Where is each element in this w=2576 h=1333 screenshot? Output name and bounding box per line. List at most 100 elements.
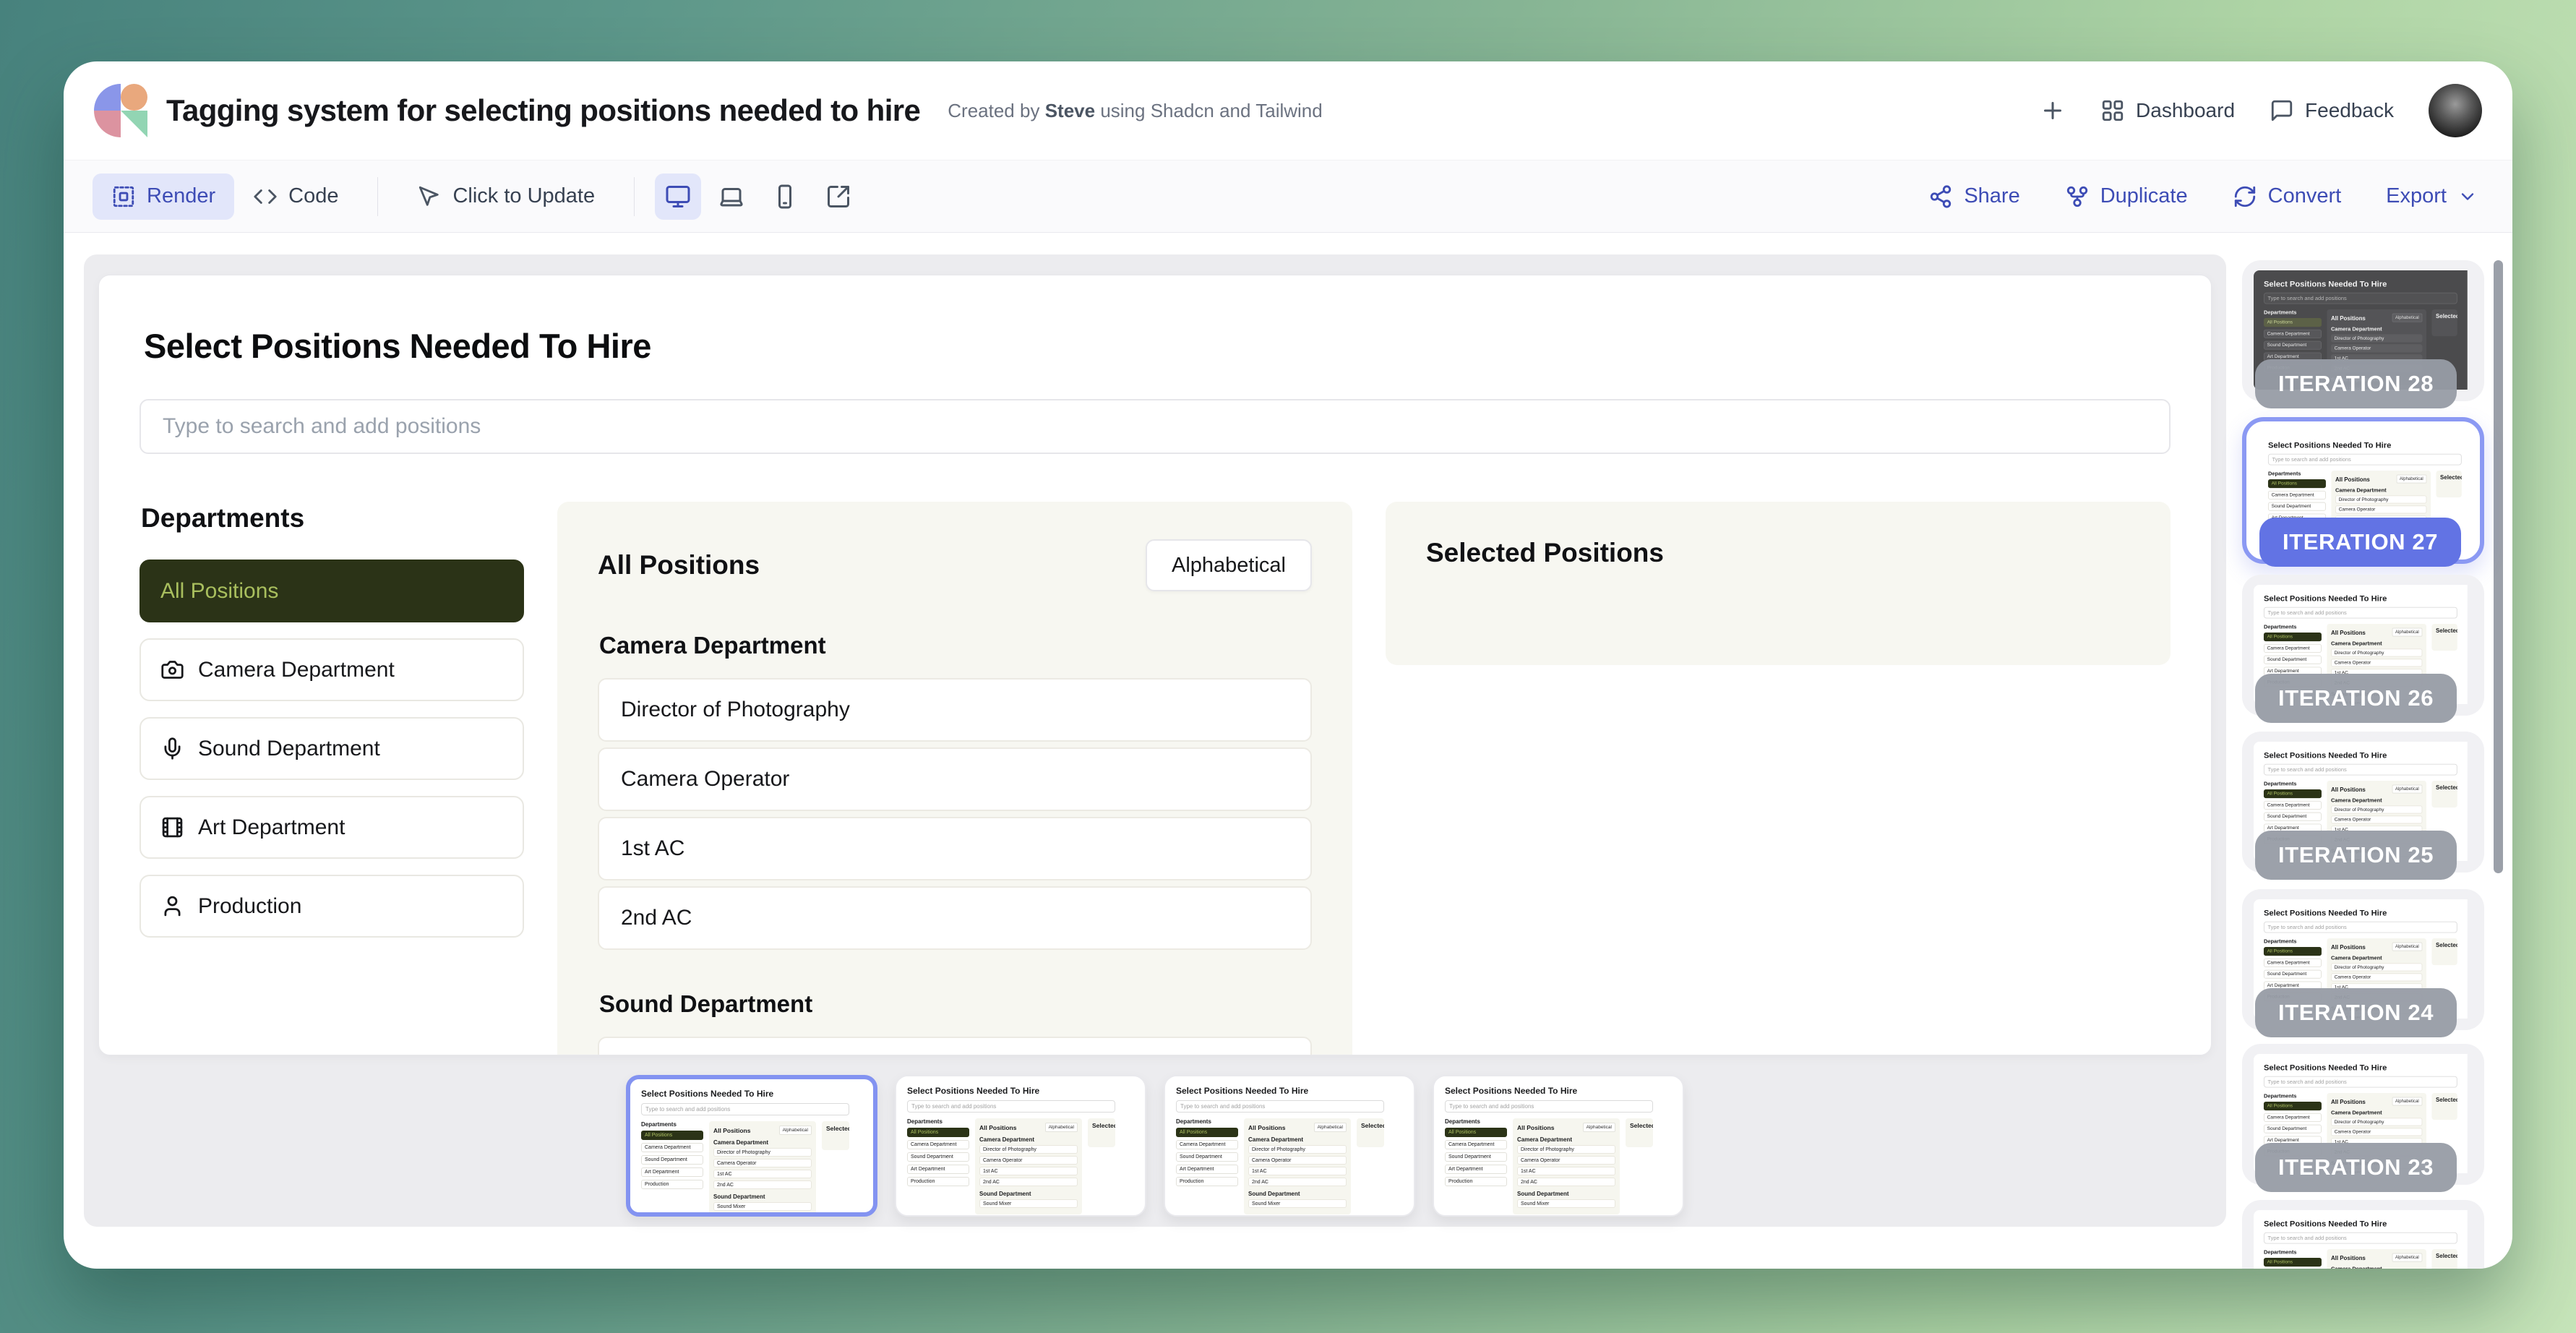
mini-group-heading: Camera Department	[2331, 797, 2422, 803]
carousel-thumb-1[interactable]: Select Positions Needed To Hire Type to …	[626, 1075, 877, 1217]
mini-sort-button: Alphabetical	[2392, 785, 2422, 794]
click-to-update-button[interactable]: Click to Update	[398, 173, 614, 220]
mini-sort-button: Alphabetical	[2392, 1097, 2422, 1106]
mini-selected-positions: Selected Positions	[2431, 624, 2457, 651]
department-item-sound-department[interactable]: Sound Department	[139, 717, 524, 780]
share-icon	[1928, 184, 1953, 209]
toolbar-divider	[377, 177, 378, 216]
mini-departments-heading: Departments	[1445, 1118, 1507, 1125]
mini-department-chip: Production	[641, 1180, 703, 1189]
mini-app-preview: Select Positions Needed To Hire Type to …	[1434, 1076, 1664, 1217]
mini-position-item: Sound Mixer	[713, 1202, 812, 1211]
iteration-carousel: Select Positions Needed To Hire Type to …	[84, 1075, 2226, 1217]
mini-position-item: 2nd AC	[1517, 1178, 1615, 1186]
position-group-heading: Sound Department	[599, 990, 1312, 1018]
position-item-sound-mixer[interactable]: Sound Mixer	[598, 1037, 1312, 1055]
department-item-all-positions[interactable]: All Positions	[139, 560, 524, 622]
department-label: Art Department	[198, 815, 345, 840]
new-project-button[interactable]	[2040, 98, 2066, 124]
share-label: Share	[1964, 184, 2019, 208]
position-item-2nd-ac[interactable]: 2nd AC	[598, 886, 1312, 950]
app-preview: Select Positions Needed To Hire Departme…	[98, 275, 2212, 1055]
mini-title: Select Positions Needed To Hire	[2264, 1063, 2457, 1072]
mini-sort-button: Alphabetical	[1583, 1123, 1615, 1132]
department-item-production[interactable]: Production	[139, 875, 524, 938]
laptop-preview-button[interactable]	[708, 173, 755, 220]
film-icon	[160, 815, 184, 839]
mini-selected-positions: Selected Positions	[2431, 938, 2457, 965]
mini-department-chip: All Positions	[2264, 1258, 2322, 1266]
position-item-director-of-photography[interactable]: Director of Photography	[598, 678, 1312, 742]
iteration-card-iteration-24[interactable]: Select Positions Needed To Hire Type to …	[2242, 889, 2484, 1030]
position-search	[139, 399, 2171, 454]
iteration-card-partial[interactable]: Select Positions Needed To Hire Type to …	[2242, 1200, 2484, 1269]
mini-sort-button: Alphabetical	[2392, 1253, 2422, 1262]
mini-title: Select Positions Needed To Hire	[2264, 279, 2457, 288]
position-search-input[interactable]	[144, 414, 2166, 439]
dashboard-label: Dashboard	[2136, 99, 2235, 122]
mini-selected-positions: Selected Positions	[822, 1121, 849, 1150]
carousel-thumb-3[interactable]: Select Positions Needed To Hire Type to …	[1164, 1075, 1415, 1217]
mini-department-chip: Production	[1445, 1177, 1507, 1186]
iteration-card-iteration-28[interactable]: Select Positions Needed To Hire Type to …	[2242, 260, 2484, 401]
mini-group-heading: Sound Department	[979, 1191, 1078, 1197]
mini-group-heading: Camera Department	[2331, 1110, 2422, 1115]
sidebar-scrollbar[interactable]	[2494, 260, 2503, 873]
iteration-card-iteration-25[interactable]: Select Positions Needed To Hire Type to …	[2242, 732, 2484, 873]
mini-selected-positions: Selected Positions	[2431, 781, 2457, 807]
code-tab[interactable]: Code	[234, 173, 357, 220]
mini-search: Type to search and add positions	[2264, 922, 2457, 933]
iteration-card-iteration-23[interactable]: Select Positions Needed To Hire Type to …	[2242, 1044, 2484, 1185]
mini-selected-positions: Selected Positions	[2431, 1249, 2457, 1269]
mini-departments-heading: Departments	[2264, 624, 2322, 630]
desktop-preview-button[interactable]	[655, 173, 701, 220]
dashboard-button[interactable]: Dashboard	[2100, 98, 2235, 123]
department-item-camera-department[interactable]: Camera Department	[139, 638, 524, 701]
mini-group-heading: Sound Department	[1517, 1191, 1615, 1197]
logo-shape-pink	[94, 111, 121, 137]
mini-title: Select Positions Needed To Hire	[2264, 908, 2457, 917]
mini-all-positions-heading: All Positions	[2331, 629, 2366, 635]
iteration-thumbnail: Select Positions Needed To Hire Type to …	[2254, 1210, 2473, 1269]
alphabetical-sort-button[interactable]: Alphabetical	[1146, 539, 1312, 591]
mini-selected-positions: Selected Positions	[2431, 1093, 2457, 1120]
mini-department-chip: Sound Department	[2264, 1125, 2322, 1133]
mini-department-chip: All Positions	[2264, 1102, 2322, 1110]
mobile-preview-button[interactable]	[762, 173, 808, 220]
open-in-new-window-button[interactable]	[815, 173, 862, 220]
iteration-card-iteration-27[interactable]: Select Positions Needed To Hire Type to …	[2242, 417, 2484, 564]
render-tab[interactable]: Render	[93, 173, 234, 220]
mini-all-positions-heading: All Positions	[2331, 786, 2366, 792]
mini-departments: Departments All PositionsCamera Departme…	[1176, 1118, 1238, 1189]
carousel-thumb-2[interactable]: Select Positions Needed To Hire Type to …	[895, 1075, 1146, 1217]
app-columns: Departments All Positions Camera Departme…	[139, 502, 2171, 1055]
mini-group-heading: Sound Department	[1248, 1191, 1347, 1197]
fork-icon	[2065, 184, 2090, 209]
mini-department-chip: All Positions	[1445, 1128, 1507, 1137]
position-group-heading: Camera Department	[599, 632, 1312, 659]
mini-sort-button: Alphabetical	[1314, 1123, 1347, 1132]
duplicate-button[interactable]: Duplicate	[2065, 184, 2188, 209]
mini-group-heading: Camera Department	[713, 1139, 812, 1146]
mini-department-chip: All Positions	[2268, 479, 2326, 488]
position-item-1st-ac[interactable]: 1st AC	[598, 817, 1312, 880]
mini-position-item: 1st AC	[979, 1167, 1078, 1175]
mini-selected-positions: Selected Positions	[2436, 471, 2461, 497]
department-item-art-department[interactable]: Art Department	[139, 796, 524, 859]
iteration-card-iteration-26[interactable]: Select Positions Needed To Hire Type to …	[2242, 575, 2484, 716]
mini-search: Type to search and add positions	[1445, 1100, 1653, 1113]
magic-patterns-logo-icon[interactable]	[94, 84, 147, 137]
mini-all-positions: All Positions Alphabetical Camera Depart…	[1244, 1118, 1351, 1214]
carousel-thumb-4[interactable]: Select Positions Needed To Hire Type to …	[1433, 1075, 1684, 1217]
mini-position-item: Director of Photography	[1517, 1145, 1615, 1154]
share-button[interactable]: Share	[1928, 184, 2019, 209]
microphone-icon	[160, 737, 184, 760]
mini-position-item: Director of Photography	[2331, 805, 2422, 813]
departments-heading: Departments	[141, 503, 524, 533]
mini-sort-button: Alphabetical	[2396, 475, 2426, 484]
mini-department-chip: All Positions	[2264, 789, 2322, 798]
position-item-camera-operator[interactable]: Camera Operator	[598, 747, 1312, 811]
app-page-title: Select Positions Needed To Hire	[144, 326, 2171, 366]
mini-title: Select Positions Needed To Hire	[1176, 1086, 1384, 1096]
mini-group-heading: Camera Department	[2331, 640, 2422, 646]
